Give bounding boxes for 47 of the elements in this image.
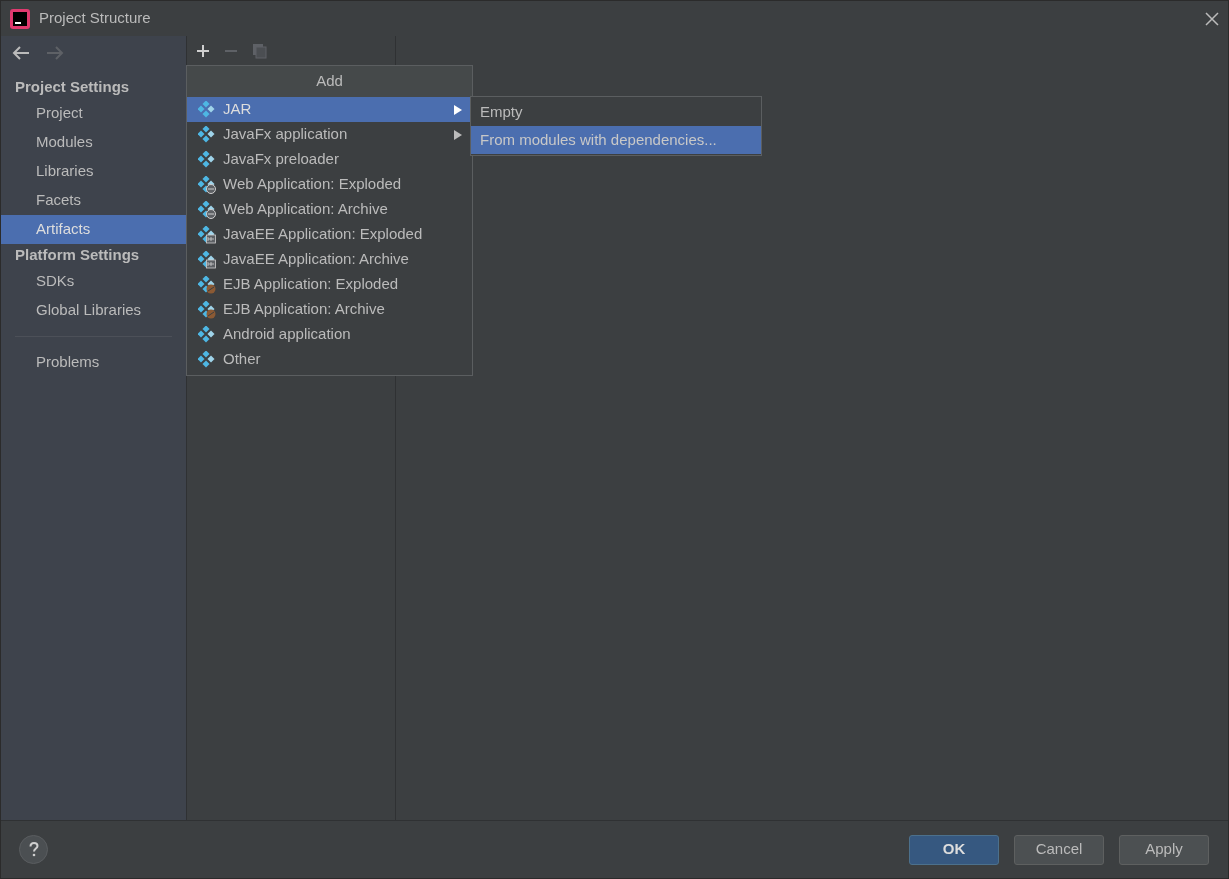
diamond-icon: [198, 325, 216, 344]
grid-artifact-icon: [198, 250, 216, 269]
bean-artifact-icon: [198, 275, 216, 294]
menu-item[interactable]: Web Application: Archive: [187, 197, 472, 222]
submenu-arrow-icon: [454, 129, 462, 140]
menu-item[interactable]: EJB Application: Archive: [187, 297, 472, 322]
menu-item[interactable]: JAR: [187, 97, 472, 122]
globe-artifact-icon: [198, 175, 216, 194]
menu-item[interactable]: JavaEE Application: Archive: [187, 247, 472, 272]
question-mark-icon: [28, 842, 39, 857]
grid-artifact-icon: [198, 225, 216, 244]
sidebar-item[interactable]: Global Libraries: [1, 296, 186, 325]
diamond-icon: [198, 150, 216, 169]
sidebar-item[interactable]: Libraries: [1, 157, 186, 186]
close-icon[interactable]: [1205, 11, 1219, 26]
globe-artifact-icon: [198, 200, 216, 219]
sidebar-item[interactable]: Modules: [1, 128, 186, 157]
diamond-icon: [198, 100, 216, 119]
sidebar-item[interactable]: Problems: [1, 348, 186, 377]
menu-item[interactable]: EJB Application: Exploded: [187, 272, 472, 297]
sidebar-item[interactable]: Artifacts: [1, 215, 186, 244]
window-title: Project Structure: [39, 8, 151, 29]
diamond-icon: [198, 125, 216, 144]
dialog-button[interactable]: Apply: [1119, 834, 1209, 865]
help-button[interactable]: [19, 835, 48, 864]
app-logo-icon: [10, 8, 30, 29]
menu-item[interactable]: From modules with dependencies...: [471, 126, 761, 154]
ok-button[interactable]: OK: [909, 834, 999, 865]
back-arrow-icon[interactable]: [12, 45, 30, 60]
section-heading: Platform Settings: [14, 245, 141, 266]
sidebar-item[interactable]: Project: [1, 99, 186, 128]
bean-artifact-icon: [198, 300, 216, 319]
menu-item[interactable]: JavaFx application: [187, 122, 472, 147]
diamond-icon: [198, 350, 216, 369]
section-heading: Project Settings: [14, 77, 131, 98]
sidebar-item[interactable]: Facets: [1, 186, 186, 215]
menu-title: Add: [187, 66, 472, 97]
menu-item[interactable]: Other: [187, 347, 472, 372]
menu-item[interactable]: Web Application: Exploded: [187, 172, 472, 197]
menu-item[interactable]: Empty: [471, 98, 761, 126]
submenu-arrow-icon: [454, 104, 462, 115]
sidebar-item[interactable]: SDKs: [1, 267, 186, 296]
dialog-button[interactable]: Cancel: [1014, 834, 1104, 865]
menu-item[interactable]: JavaFx preloader: [187, 147, 472, 172]
add-icon[interactable]: [196, 44, 210, 58]
menu-item[interactable]: Android application: [187, 322, 472, 347]
menu-item[interactable]: JavaEE Application: Exploded: [187, 222, 472, 247]
